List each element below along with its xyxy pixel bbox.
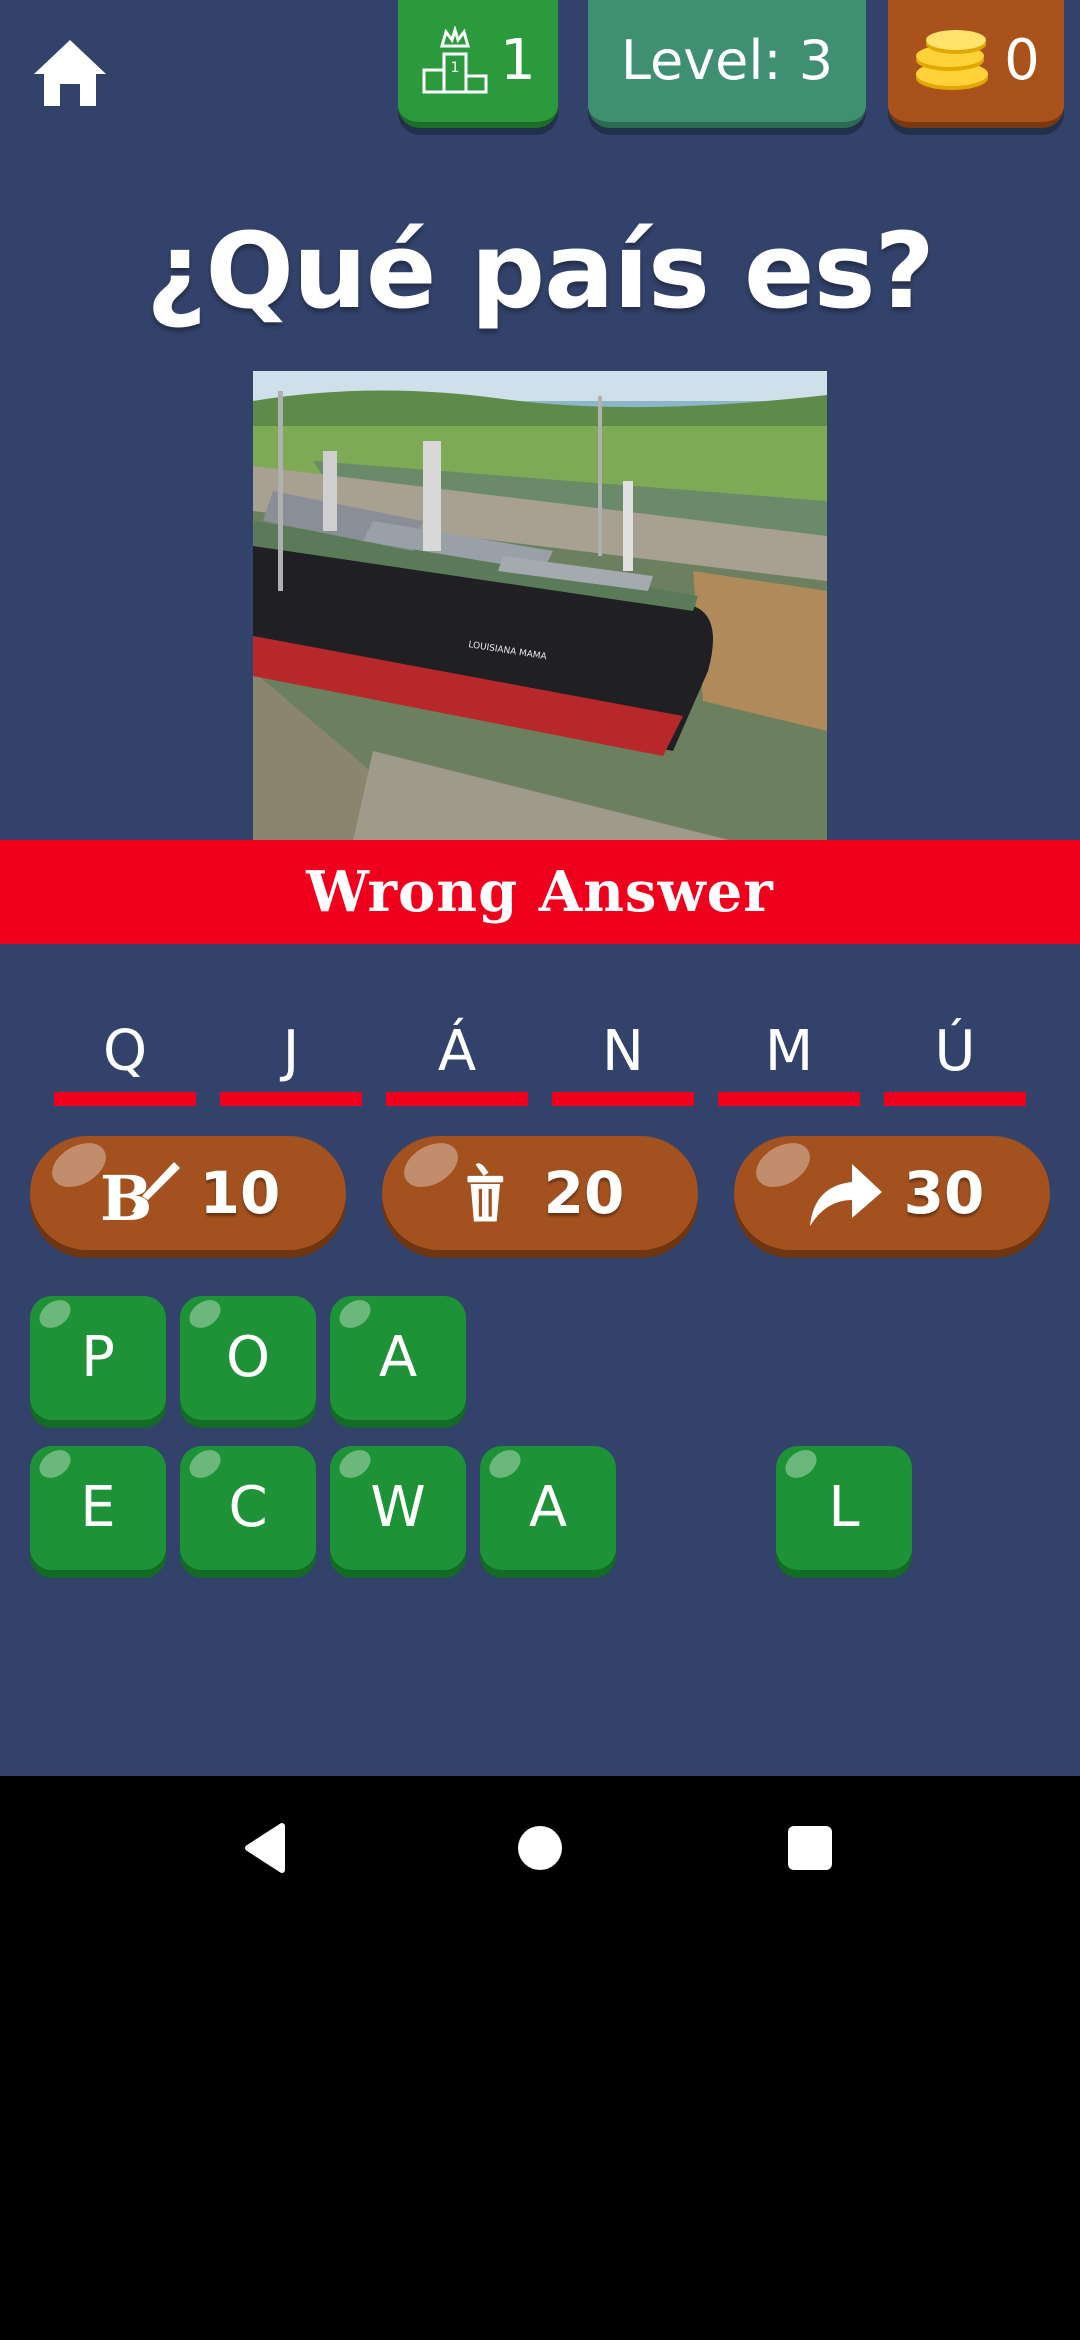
- skip-level-cost: 30: [903, 1159, 985, 1227]
- nav-recents-button[interactable]: [774, 1812, 846, 1884]
- game-screen: 1 1 Level: 3 0 ¿Qué país es? LOUISIANA M…: [0, 0, 1080, 1776]
- answer-slot[interactable]: N: [552, 1010, 694, 1106]
- coins-icon: [916, 30, 989, 90]
- recents-square-icon: [788, 1826, 832, 1870]
- letter-tile[interactable]: E: [30, 1444, 166, 1570]
- home-circle-icon: [518, 1826, 562, 1870]
- system-nav-bar: [0, 1776, 1080, 1920]
- letter-tile[interactable]: P: [30, 1294, 166, 1420]
- letter-tile[interactable]: O: [180, 1294, 316, 1420]
- ship-in-canal-illustration: LOUISIANA MAMA: [253, 371, 827, 841]
- podium-crown-icon: 1: [422, 26, 488, 94]
- reveal-letter-button[interactable]: B 10: [30, 1134, 346, 1250]
- leaderboard-button[interactable]: 1 1: [398, 0, 558, 128]
- answer-slot[interactable]: J: [220, 1010, 362, 1106]
- reveal-letter-cost: 10: [199, 1159, 281, 1227]
- nav-home-button[interactable]: [504, 1812, 576, 1884]
- remove-letters-button[interactable]: 20: [382, 1134, 698, 1250]
- answer-slot[interactable]: Á: [386, 1010, 528, 1106]
- letter-tile[interactable]: C: [180, 1444, 316, 1570]
- home-button[interactable]: [30, 36, 110, 110]
- letter-tile[interactable]: W: [330, 1444, 466, 1570]
- level-indicator: Level: 3: [588, 0, 866, 128]
- letter-tile[interactable]: A: [330, 1294, 466, 1420]
- back-triangle-icon: [245, 1823, 285, 1873]
- svg-text:1: 1: [451, 60, 460, 76]
- trash-icon: [467, 1163, 503, 1222]
- letter-tile[interactable]: L: [776, 1444, 912, 1570]
- country-photo: LOUISIANA MAMA: [253, 371, 827, 841]
- home-icon: [34, 40, 106, 106]
- wrong-answer-banner: Wrong Answer: [0, 840, 1080, 944]
- answer-slot[interactable]: M: [718, 1010, 860, 1106]
- coin-count: 0: [1004, 28, 1040, 93]
- skip-level-button[interactable]: 30: [734, 1134, 1050, 1250]
- letter-tile[interactable]: A: [480, 1444, 616, 1570]
- level-label: Level: 3: [620, 29, 834, 92]
- paintbrush-letter-icon: B: [100, 1162, 180, 1230]
- coins-button[interactable]: 0: [888, 0, 1064, 128]
- remove-letters-cost: 20: [543, 1159, 625, 1227]
- answer-slot[interactable]: Ú: [884, 1010, 1026, 1106]
- question-title: ¿Qué país es?: [146, 210, 935, 332]
- nav-back-button[interactable]: [232, 1812, 304, 1884]
- skip-arrow-icon: [809, 1164, 882, 1226]
- answer-slot[interactable]: Q: [54, 1010, 196, 1106]
- trophy-count: 1: [500, 28, 536, 93]
